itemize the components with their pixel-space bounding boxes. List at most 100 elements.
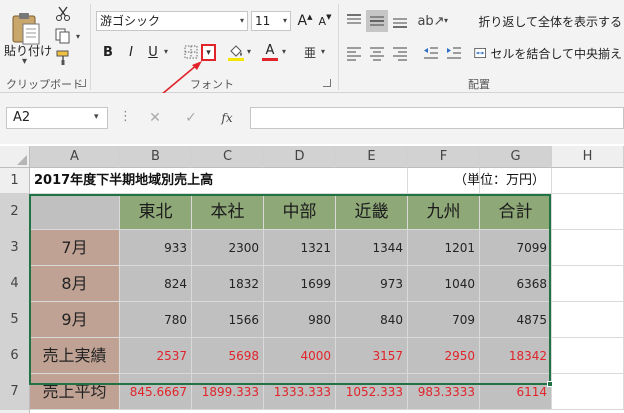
cell[interactable] <box>552 266 624 302</box>
column-header-h[interactable]: H <box>552 146 624 168</box>
column-header-g[interactable]: G <box>480 146 552 168</box>
decrease-indent-button[interactable] <box>420 42 442 64</box>
increase-indent-button[interactable] <box>443 42 465 64</box>
fill-color-button[interactable] <box>226 42 246 62</box>
name-box-dropdown-icon[interactable]: ▾ <box>94 112 99 122</box>
row-label[interactable]: 7月 <box>30 230 120 266</box>
data-cell[interactable]: 18342 <box>480 338 552 374</box>
select-all-corner[interactable] <box>0 146 30 168</box>
unit-label[interactable]: （単位：万円） <box>408 168 552 194</box>
data-cell[interactable]: 824 <box>120 266 192 302</box>
data-cell[interactable]: 5698 <box>192 338 264 374</box>
row-label[interactable]: 8月 <box>30 266 120 302</box>
data-cell[interactable]: 840 <box>336 302 408 338</box>
row-header-5[interactable]: 5 <box>0 302 30 338</box>
data-cell[interactable]: 4000 <box>264 338 336 374</box>
column-label[interactable]: 東北 <box>120 194 192 230</box>
enter-button[interactable]: ✓ <box>178 107 204 129</box>
data-cell[interactable]: 1344 <box>336 230 408 266</box>
underline-dropdown-icon[interactable]: ▾ <box>164 47 168 56</box>
column-label[interactable]: 本社 <box>192 194 264 230</box>
orientation-dropdown-icon[interactable]: ▾ <box>444 16 448 25</box>
cut-button[interactable] <box>52 4 74 24</box>
column-header-d[interactable]: D <box>264 146 336 168</box>
column-label[interactable]: 中部 <box>264 194 336 230</box>
column-label[interactable]: 合計 <box>480 194 552 230</box>
data-cell[interactable]: 2950 <box>408 338 480 374</box>
data-cell[interactable]: 973 <box>336 266 408 302</box>
row-header-7[interactable]: 7 <box>0 374 30 410</box>
data-cell[interactable]: 1832 <box>192 266 264 302</box>
data-cell[interactable]: 980 <box>264 302 336 338</box>
align-center-button[interactable] <box>366 42 388 64</box>
formula-input[interactable] <box>250 107 624 129</box>
font-name-combo[interactable]: 游ゴシック ▾ <box>96 11 248 31</box>
data-cell[interactable]: 1052.333 <box>336 374 408 410</box>
orientation-button[interactable]: ab↗ <box>417 10 444 32</box>
column-header-a[interactable]: A <box>30 146 120 168</box>
data-cell[interactable]: 1321 <box>264 230 336 266</box>
italic-button[interactable]: I <box>121 42 141 62</box>
cancel-button[interactable]: ✕ <box>142 107 168 129</box>
data-cell[interactable]: 6368 <box>480 266 552 302</box>
fill-color-dropdown-icon[interactable]: ▾ <box>247 47 251 56</box>
clipboard-launcher-icon[interactable] <box>78 79 86 87</box>
data-cell[interactable]: 1899.333 <box>192 374 264 410</box>
align-left-button[interactable] <box>343 42 365 64</box>
column-label[interactable]: 九州 <box>408 194 480 230</box>
data-cell[interactable]: 845.6667 <box>120 374 192 410</box>
format-painter-button[interactable] <box>52 48 74 68</box>
cell[interactable] <box>336 168 408 194</box>
insert-function-button[interactable]: fx <box>214 107 240 129</box>
wrap-text-button[interactable]: 折り返して全体を表示する <box>474 10 622 32</box>
formula-bar-splitter[interactable]: ⋮ <box>119 109 132 124</box>
align-right-button[interactable] <box>389 42 411 64</box>
copy-dropdown-icon[interactable]: ▾ <box>76 32 80 41</box>
row-label[interactable]: 9月 <box>30 302 120 338</box>
name-box[interactable]: A2 <box>6 107 108 129</box>
cell[interactable] <box>552 302 624 338</box>
data-cell[interactable]: 4875 <box>480 302 552 338</box>
data-cell[interactable]: 1333.333 <box>264 374 336 410</box>
font-size-combo[interactable]: 11 ▾ <box>251 11 291 31</box>
data-cell[interactable]: 933 <box>120 230 192 266</box>
fill-handle[interactable] <box>547 381 553 387</box>
row-header-6[interactable]: 6 <box>0 338 30 374</box>
column-header-b[interactable]: B <box>120 146 192 168</box>
merge-center-button[interactable]: セルを結合して中央揃え <box>474 42 622 64</box>
data-cell[interactable]: 2537 <box>120 338 192 374</box>
cell[interactable] <box>552 230 624 266</box>
row-label[interactable]: 売上平均 <box>30 374 120 410</box>
data-cell[interactable]: 1040 <box>408 266 480 302</box>
cell[interactable] <box>552 194 624 230</box>
data-cell[interactable]: 2300 <box>192 230 264 266</box>
column-header-c[interactable]: C <box>192 146 264 168</box>
phonetic-button[interactable]: 亜 <box>300 42 320 62</box>
cell-a2[interactable] <box>30 194 120 230</box>
column-header-f[interactable]: F <box>408 146 480 168</box>
align-middle-button[interactable] <box>366 10 388 32</box>
row-header-1[interactable]: 1 <box>0 168 30 194</box>
copy-button[interactable] <box>52 26 74 46</box>
cell[interactable] <box>552 374 624 410</box>
grow-font-button[interactable]: A ▲ <box>296 11 314 31</box>
paste-label[interactable]: 貼り付け <box>4 42 52 59</box>
data-cell[interactable]: 6114 <box>480 374 552 410</box>
font-color-dropdown-icon[interactable]: ▾ <box>282 47 286 56</box>
row-header-4[interactable]: 4 <box>0 266 30 302</box>
data-cell[interactable]: 1566 <box>192 302 264 338</box>
font-launcher-icon[interactable] <box>323 79 331 87</box>
cell[interactable] <box>552 338 624 374</box>
bold-button[interactable]: B <box>98 42 118 62</box>
data-cell[interactable]: 7099 <box>480 230 552 266</box>
font-color-button[interactable]: A <box>260 42 280 62</box>
row-header-3[interactable]: 3 <box>0 230 30 266</box>
align-bottom-button[interactable] <box>389 10 411 32</box>
shrink-font-button[interactable]: A ▼ <box>316 11 334 31</box>
data-cell[interactable]: 780 <box>120 302 192 338</box>
phonetic-dropdown-icon[interactable]: ▾ <box>321 47 325 56</box>
row-label[interactable]: 売上実績 <box>30 338 120 374</box>
column-label[interactable]: 近畿 <box>336 194 408 230</box>
data-cell[interactable]: 983.3333 <box>408 374 480 410</box>
column-header-e[interactable]: E <box>336 146 408 168</box>
